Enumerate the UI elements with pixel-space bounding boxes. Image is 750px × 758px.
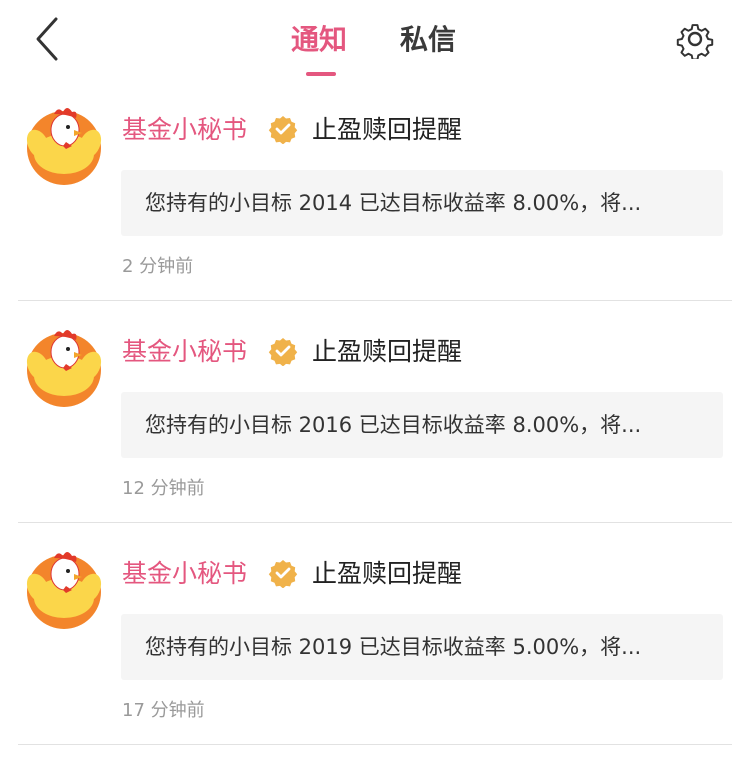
notification-item[interactable]: 基金小秘书 止盈赎回提醒 您持有的小目标 2016 已达目标收益率 8.00%，… — [0, 314, 750, 536]
message-text: 您持有的小目标 2014 已达目标收益率 8.00%，将... — [145, 191, 642, 215]
message-preview[interactable]: 您持有的小目标 2019 已达目标收益率 5.00%，将... — [121, 614, 723, 680]
back-button[interactable] — [22, 12, 72, 66]
chevron-left-icon — [36, 17, 58, 61]
divider — [18, 522, 732, 523]
avatar[interactable] — [22, 102, 106, 186]
sender-name[interactable]: 基金小秘书 — [122, 332, 247, 372]
timestamp: 2 分钟前 — [122, 256, 194, 277]
verified-badge-icon — [268, 336, 298, 367]
message-preview[interactable]: 您持有的小目标 2014 已达目标收益率 8.00%，将... — [121, 170, 723, 236]
notification-item[interactable]: 基金小秘书 止盈赎回提醒 您持有的小目标 2019 已达目标收益率 5.00%，… — [0, 536, 750, 758]
timestamp: 12 分钟前 — [122, 478, 205, 499]
tab-private-messages[interactable]: 私信 — [400, 18, 456, 62]
tab-notifications[interactable]: 通知 — [291, 18, 347, 62]
sender-name[interactable]: 基金小秘书 — [122, 110, 247, 150]
notification-title: 止盈赎回提醒 — [312, 337, 463, 366]
settings-button[interactable] — [672, 16, 718, 62]
notification-title: 止盈赎回提醒 — [312, 115, 463, 144]
divider — [18, 300, 732, 301]
notification-title: 止盈赎回提醒 — [312, 559, 463, 588]
notification-item[interactable]: 基金小秘书 止盈赎回提醒 您持有的小目标 2014 已达目标收益率 8.00%，… — [0, 92, 750, 314]
message-preview[interactable]: 您持有的小目标 2016 已达目标收益率 8.00%，将... — [121, 392, 723, 458]
message-text: 您持有的小目标 2016 已达目标收益率 8.00%，将... — [145, 413, 642, 437]
avatar[interactable] — [22, 324, 106, 408]
verified-badge-icon — [268, 114, 298, 145]
avatar[interactable] — [22, 546, 106, 630]
timestamp: 17 分钟前 — [122, 700, 205, 721]
divider — [18, 744, 732, 745]
active-tab-indicator — [306, 72, 336, 76]
rooster-avatar-icon — [26, 552, 102, 629]
message-text: 您持有的小目标 2019 已达目标收益率 5.00%，将... — [145, 635, 642, 659]
top-nav-bar: 通知 私信 — [0, 0, 750, 86]
verified-badge-icon — [268, 558, 298, 589]
sender-name[interactable]: 基金小秘书 — [122, 554, 247, 594]
rooster-avatar-icon — [26, 108, 102, 185]
rooster-avatar-icon — [26, 330, 102, 407]
gear-icon — [676, 24, 714, 59]
